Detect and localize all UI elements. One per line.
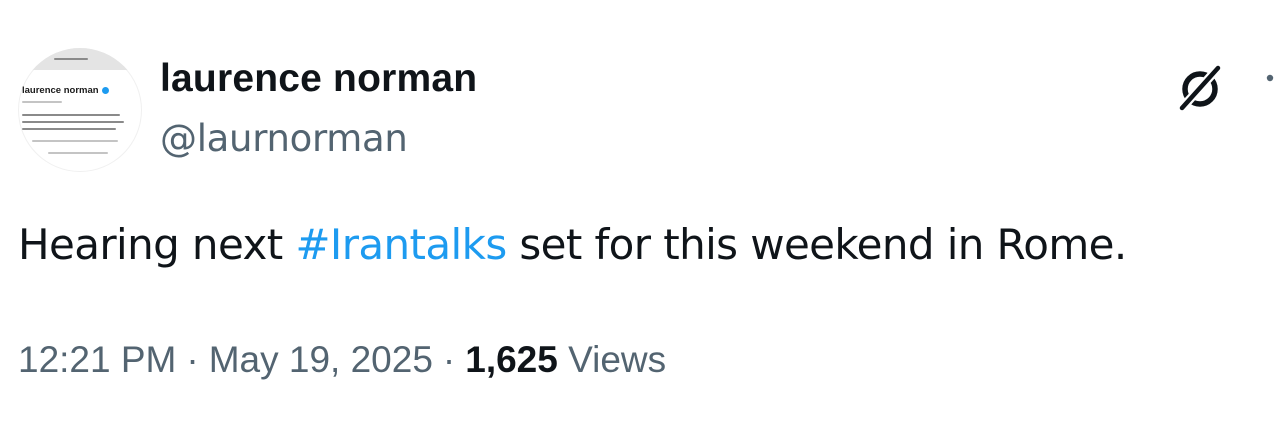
tweet-text-before: Hearing next <box>18 220 296 269</box>
views-count[interactable]: 1,625 <box>465 339 558 380</box>
tweet-meta: 12:21 PM · May 19, 2025 · 1,625 Views <box>18 339 666 381</box>
avatar-name-text: laurence norman <box>22 85 109 96</box>
tweet-time[interactable]: 12:21 PM <box>18 339 176 380</box>
hashtag-link[interactable]: #Irantalks <box>295 220 507 269</box>
grok-icon[interactable] <box>1174 62 1226 114</box>
meta-separator: · <box>442 339 456 380</box>
author-display-name[interactable]: laurence norman <box>160 57 477 101</box>
avatar[interactable]: laurence norman <box>18 48 142 172</box>
meta-separator: · <box>186 339 199 380</box>
author-handle[interactable]: @laurnorman <box>160 117 408 160</box>
views-label: Views <box>557 339 667 380</box>
tweet-text: Hearing next #Irantalks set for this wee… <box>18 220 1127 269</box>
avatar-profile-screenshot: laurence norman <box>18 48 142 172</box>
tweet-date[interactable]: May 19, 2025 <box>209 339 433 380</box>
tweet-text-after: set for this weekend in Rome. <box>506 220 1127 269</box>
more-icon[interactable] <box>1258 64 1280 94</box>
tweet: laurence norman laurence norman @laurnor… <box>0 0 1280 433</box>
